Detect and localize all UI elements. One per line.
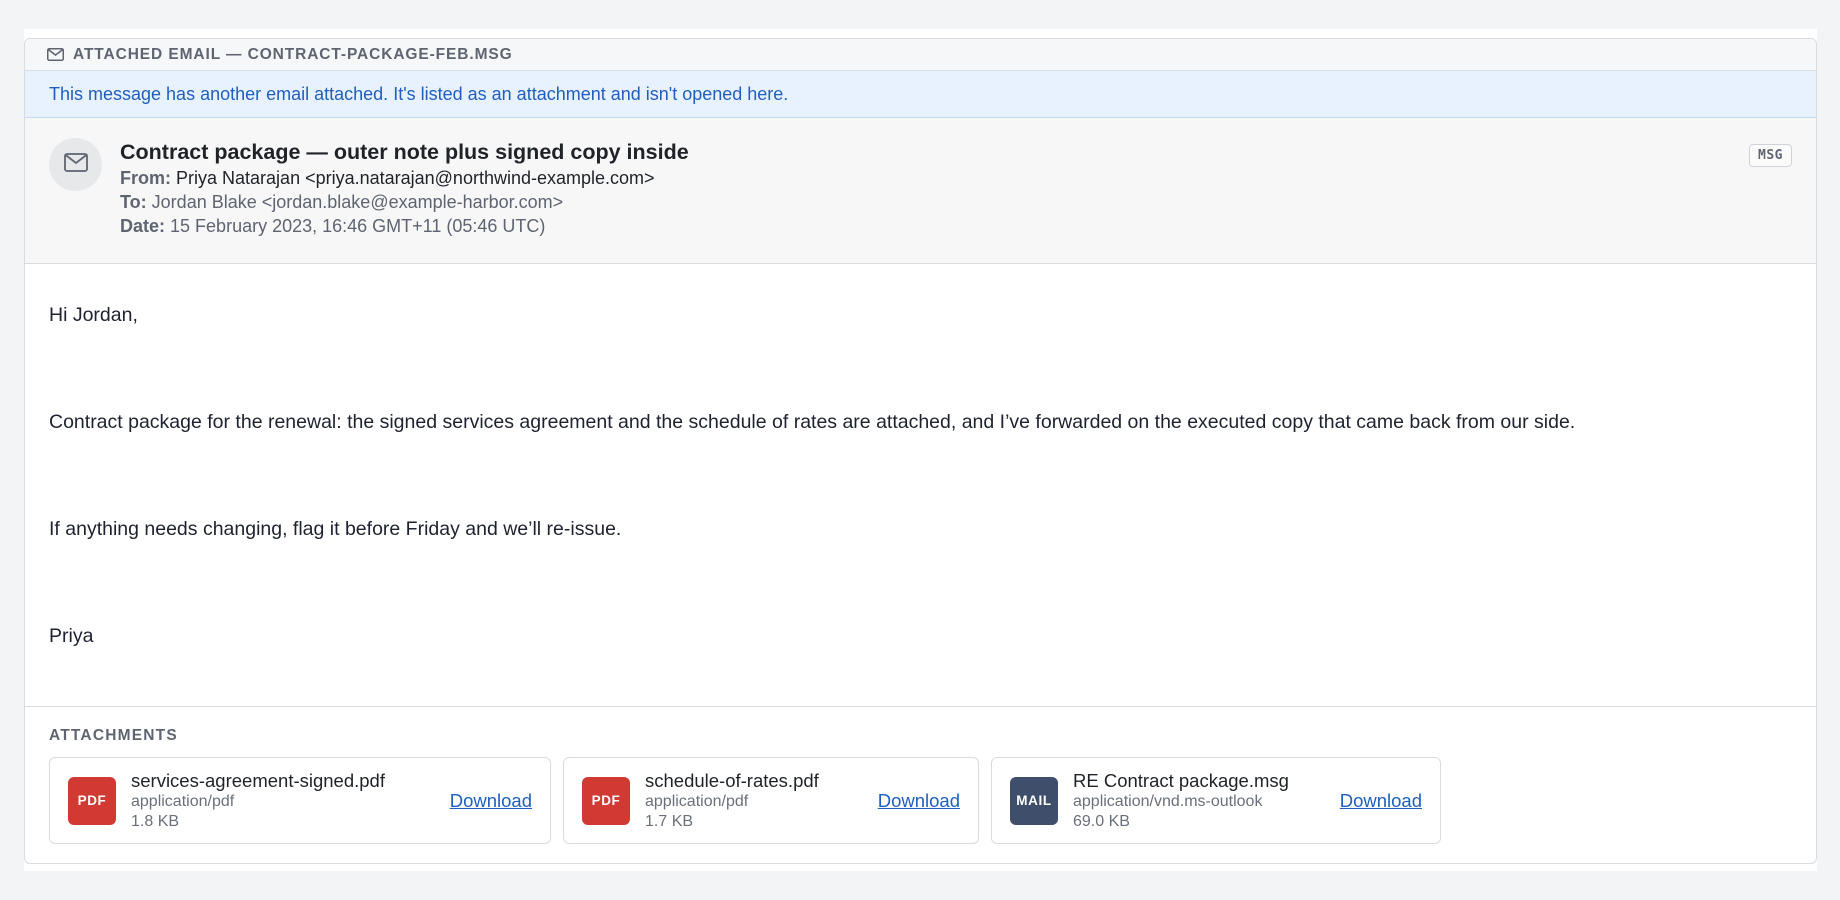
attachment-type: application/pdf [131,792,235,810]
envelope-icon [63,152,88,177]
download-link[interactable]: Download [878,790,960,812]
attachment-info: RE Contract package.msg application/vnd.… [1073,770,1316,832]
attachment-name: RE Contract package.msg [1073,769,1289,791]
attachments-section: Attachments PDF services-agreement-signe… [25,707,1816,844]
pdf-file-icon: PDF [68,776,116,825]
email-subject: Contract package — outer note plus signe… [120,140,689,164]
card-title: Attached email — contract-package-feb.ms… [73,45,513,63]
to-label: To: [120,192,147,212]
attachment-item: PDF schedule-of-rates.pdf application/pd… [563,757,979,844]
pdf-file-icon: PDF [582,776,630,825]
format-badge: MSG [1749,144,1792,167]
body-paragraph: Contract package for the renewal: the si… [49,411,1576,433]
attachment-notice: This message has another email attached.… [25,71,1816,118]
attachment-type: application/vnd.ms-outlook [1073,792,1263,810]
attachment-info: schedule-of-rates.pdf application/pdf 1.… [645,770,854,832]
date-value: 15 February 2023, 16:46 GMT+11 (05:46 UT… [170,216,546,236]
attachment-size: 69.0 KB [1073,812,1130,830]
attachment-type: application/pdf [645,792,749,810]
email-meta: Contract package — outer note plus signe… [120,138,689,263]
attachment-item: MAIL RE Contract package.msg application… [991,757,1441,844]
download-link[interactable]: Download [1340,790,1422,812]
attachment-name: services-agreement-signed.pdf [131,769,385,791]
attachments-title: Attachments [49,727,178,744]
attachment-info: services-agreement-signed.pdf applicatio… [131,770,426,832]
attachment-size: 1.8 KB [131,812,180,830]
page-canvas: Attached email — contract-package-feb.ms… [24,29,1817,871]
body-paragraph: Priya [49,625,94,647]
date-line: Date: 15 February 2023, 16:46 GMT+11 (05… [120,214,689,238]
attachment-item: PDF services-agreement-signed.pdf applic… [49,757,551,844]
from-label: From: [120,168,171,188]
from-line: From: Priya Natarajan <priya.natarajan@n… [120,166,689,190]
from-value: Priya Natarajan <priya.natarajan@northwi… [176,168,655,188]
email-header: Contract package — outer note plus signe… [25,118,1816,264]
card-header: Attached email — contract-package-feb.ms… [25,39,1816,71]
body-paragraph: If anything needs changing, flag it befo… [49,518,622,540]
date-label: Date: [120,216,166,236]
to-line: To: Jordan Blake <jordan.blake@example-h… [120,190,689,214]
attached-email-card: Attached email — contract-package-feb.ms… [24,38,1817,864]
download-link[interactable]: Download [450,790,532,812]
mail-file-icon: MAIL [1010,776,1058,825]
avatar [49,138,102,191]
email-body: Hi Jordan, Contract package for the rene… [25,264,1816,707]
attachment-size: 1.7 KB [645,812,694,830]
attachments-list: PDF services-agreement-signed.pdf applic… [49,757,1792,844]
attachment-name: schedule-of-rates.pdf [645,769,819,791]
body-paragraph: Hi Jordan, [49,304,138,326]
to-value: Jordan Blake <jordan.blake@example-harbo… [151,192,564,212]
envelope-icon [47,48,64,61]
